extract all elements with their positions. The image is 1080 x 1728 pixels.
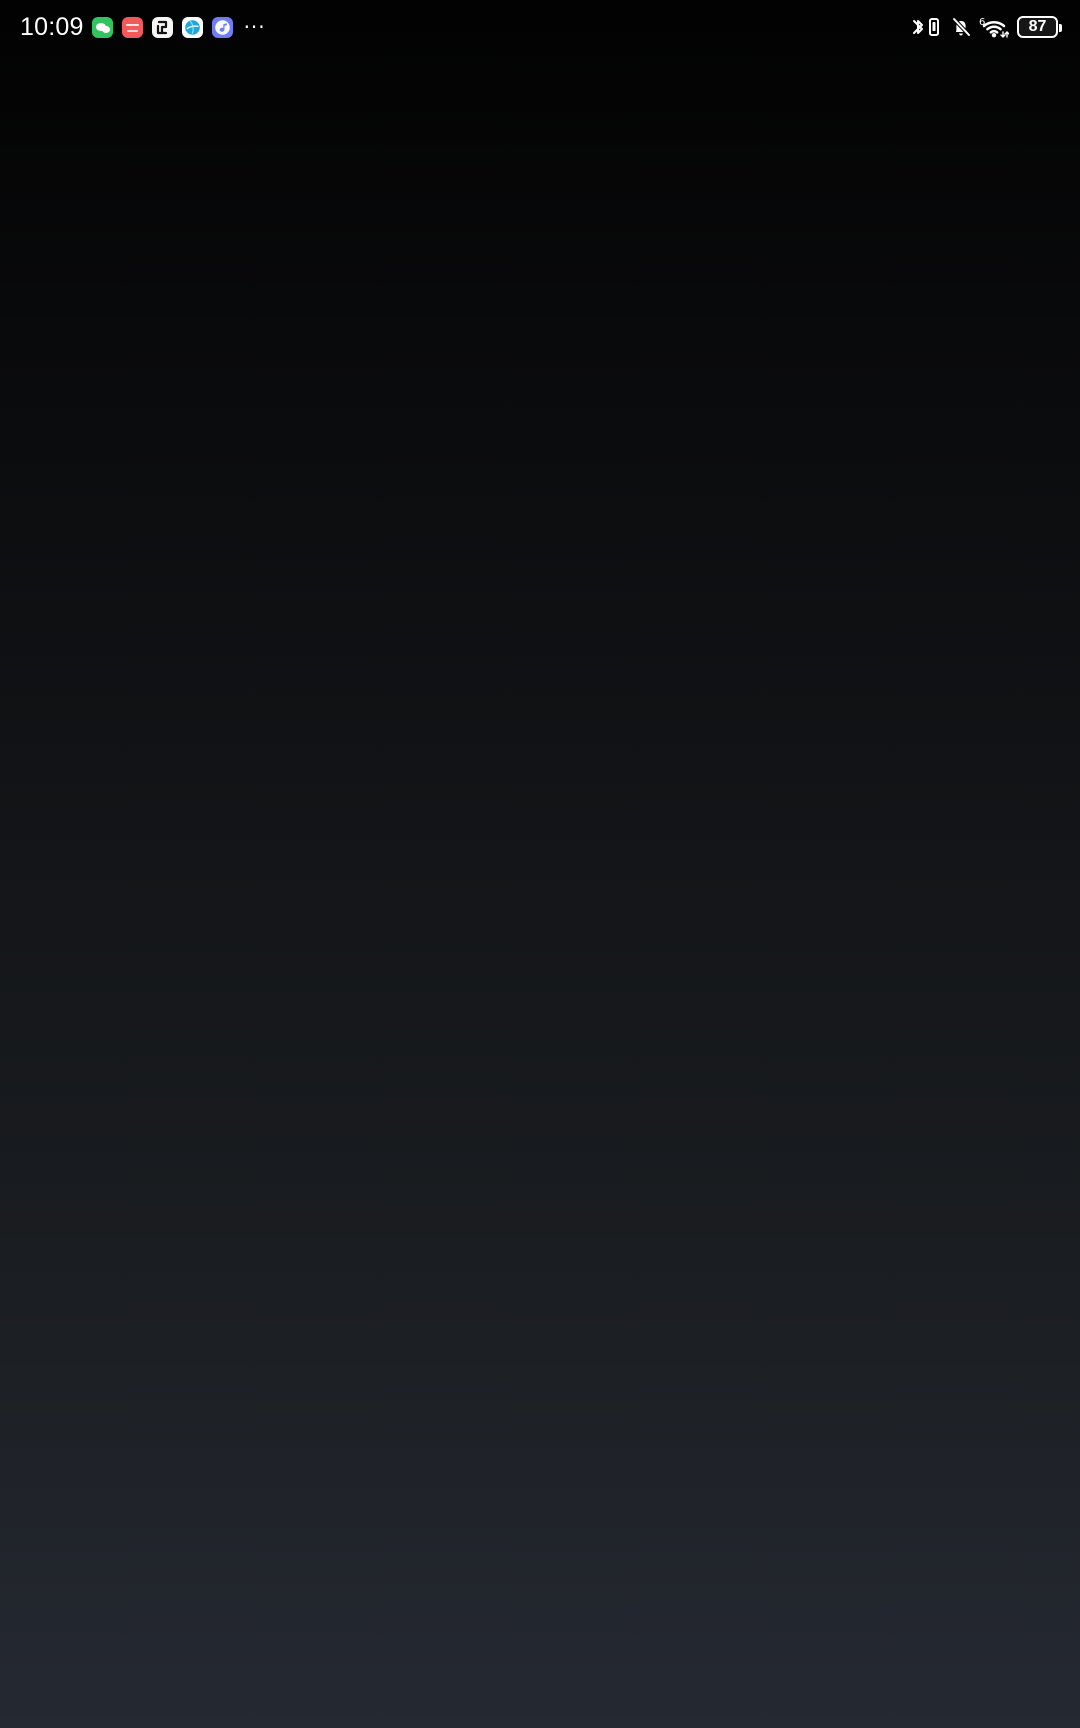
status-right: 6 87 <box>911 0 1062 54</box>
link-app-icon <box>151 16 173 38</box>
status-left: 10:09 ··· <box>20 0 266 54</box>
music-icon <box>211 16 233 38</box>
browser-icon <box>181 16 203 38</box>
status-bar: 10:09 ··· 6 87 <box>0 0 1080 54</box>
wechat-icon <box>91 16 113 38</box>
bluetooth-icon <box>911 15 925 39</box>
shopping-app-icon <box>121 16 143 38</box>
vibrate-icon <box>927 15 941 39</box>
more-notifications-icon: ··· <box>243 15 266 39</box>
battery-level: 87 <box>1028 18 1047 35</box>
bell-off-icon <box>950 15 972 39</box>
battery-indicator: 87 <box>1017 16 1062 38</box>
wifi-icon: 6 <box>979 15 1009 39</box>
screen: 10:09 ··· 6 87 <box>0 0 1080 1728</box>
status-time: 10:09 <box>20 13 84 41</box>
